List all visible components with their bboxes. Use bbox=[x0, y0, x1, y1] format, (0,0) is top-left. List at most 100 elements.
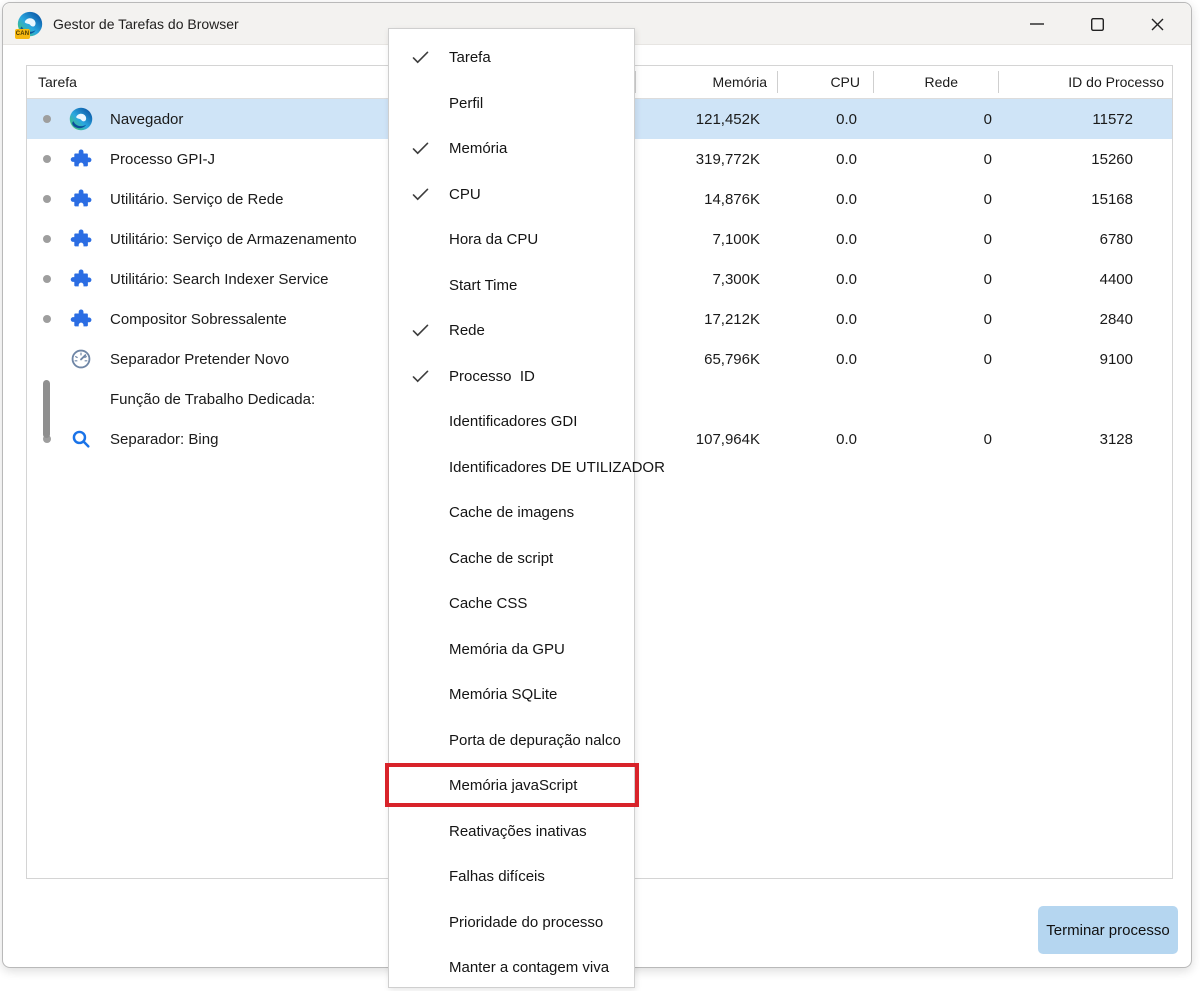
menu-item-label: Perfil bbox=[449, 94, 484, 112]
process-icon bbox=[69, 387, 93, 411]
checkmark-icon bbox=[411, 96, 449, 111]
menu-item-label: Memória bbox=[449, 140, 508, 158]
memory-value: 121,452K bbox=[695, 110, 760, 128]
process-group-bar bbox=[43, 380, 50, 438]
cpu-value bbox=[777, 379, 873, 419]
minimize-icon bbox=[1030, 23, 1044, 25]
process-id-value: 9100 bbox=[1099, 350, 1133, 368]
menu-item-falhas-dificeis[interactable]: Falhas difíceis bbox=[389, 854, 634, 900]
task-name: Separador: Bing bbox=[110, 430, 219, 448]
menu-item-identificadores-gdi[interactable]: Identificadores GDI bbox=[389, 399, 634, 445]
memory-value: 7,100K bbox=[712, 230, 760, 248]
search-icon bbox=[69, 427, 93, 451]
cpu-value: 0.0 bbox=[836, 190, 857, 208]
menu-item-label: Identificadores GDI bbox=[449, 413, 578, 431]
menu-item-processo-id[interactable]: Processo ID bbox=[389, 354, 634, 400]
status-dot bbox=[35, 275, 59, 283]
puzzle-icon bbox=[69, 147, 93, 171]
menu-item-label: Rede bbox=[449, 322, 485, 340]
puzzle-icon bbox=[69, 227, 93, 251]
menu-item-label: Processo ID bbox=[449, 367, 535, 385]
menu-item-prioridade-do-processo[interactable]: Prioridade do processo bbox=[389, 900, 634, 946]
cpu-value: 0.0 bbox=[836, 270, 857, 288]
task-name: Compositor Sobressalente bbox=[110, 310, 287, 328]
menu-item-label: Porta de depuração nalco bbox=[449, 731, 621, 749]
menu-item-cache-de-script[interactable]: Cache de script bbox=[389, 536, 634, 582]
memory-value: 107,964K bbox=[695, 430, 760, 448]
menu-item-label: Memória SQLite bbox=[449, 686, 558, 704]
menu-item-label: CPU bbox=[449, 185, 481, 203]
menu-item-memoria-sqlite[interactable]: Memória SQLite bbox=[389, 672, 634, 718]
edge-icon bbox=[69, 107, 93, 131]
menu-item-label: Cache de script bbox=[449, 549, 554, 567]
network-value: 0 bbox=[983, 150, 992, 168]
checkmark-icon bbox=[411, 687, 449, 702]
menu-item-manter-a-contagem-viva[interactable]: Manter a contagem viva bbox=[389, 945, 634, 991]
memory-value: 319,772K bbox=[695, 150, 760, 168]
task-name: Navegador bbox=[110, 110, 184, 128]
maximize-icon bbox=[1090, 17, 1104, 31]
checkmark-icon bbox=[411, 505, 449, 520]
end-process-button[interactable]: Terminar processo bbox=[1038, 906, 1178, 954]
puzzle-icon bbox=[69, 267, 93, 291]
canary-badge: CAN bbox=[15, 28, 30, 39]
menu-item-label: Identificadores DE UTILIZADOR bbox=[449, 458, 665, 476]
menu-item-hora-da-cpu[interactable]: Hora da CPU bbox=[389, 217, 634, 263]
menu-item-reativacoes-inativas[interactable]: Reativações inativas bbox=[389, 809, 634, 855]
menu-item-memoria-javascript[interactable]: Memória javaScript bbox=[385, 763, 639, 809]
checkmark-icon bbox=[411, 141, 449, 156]
column-header-id-do-processo[interactable]: ID do Processo bbox=[998, 66, 1172, 98]
task-name: Utilitário: Search Indexer Service bbox=[110, 270, 329, 288]
menu-item-memoria[interactable]: Memória bbox=[389, 126, 634, 172]
checkmark-icon bbox=[411, 869, 449, 884]
network-value: 0 bbox=[983, 190, 992, 208]
checkmark-icon bbox=[411, 369, 449, 384]
menu-item-start-time[interactable]: Start Time bbox=[389, 263, 634, 309]
task-name: Processo GPI-J bbox=[110, 150, 216, 168]
cpu-value: 0.0 bbox=[836, 110, 857, 128]
column-header-rede[interactable]: Rede bbox=[873, 66, 998, 98]
menu-item-label: Memória da GPU bbox=[449, 640, 565, 658]
memory-value: 7,300K bbox=[712, 270, 760, 288]
close-button[interactable] bbox=[1127, 3, 1187, 45]
network-value: 0 bbox=[983, 230, 992, 248]
menu-item-cache-de-imagens[interactable]: Cache de imagens bbox=[389, 490, 634, 536]
maximize-button[interactable] bbox=[1067, 3, 1127, 45]
menu-item-label: Tarefa bbox=[449, 49, 491, 67]
task-name: Utilitário. Serviço de Rede bbox=[110, 190, 284, 208]
menu-item-memoria-da-gpu[interactable]: Memória da GPU bbox=[389, 627, 634, 673]
column-header-memoria[interactable]: Memória bbox=[635, 66, 777, 98]
menu-item-label: Reativações inativas bbox=[449, 822, 587, 840]
close-icon bbox=[1151, 18, 1163, 30]
minimize-button[interactable] bbox=[1007, 3, 1067, 45]
cpu-value: 0.0 bbox=[836, 430, 857, 448]
network-value bbox=[873, 379, 998, 419]
task-name: Separador Pretender Novo bbox=[110, 350, 290, 368]
menu-item-porta-de-depuracao-nalco[interactable]: Porta de depuração nalco bbox=[389, 718, 634, 764]
checkmark-icon bbox=[411, 278, 449, 293]
memory-value: 65,796K bbox=[704, 350, 760, 368]
menu-item-perfil[interactable]: Perfil bbox=[389, 81, 634, 127]
checkmark-icon bbox=[411, 414, 449, 429]
cpu-value: 0.0 bbox=[836, 350, 857, 368]
menu-item-tarefa[interactable]: Tarefa bbox=[389, 35, 634, 81]
checkmark-icon bbox=[411, 960, 449, 975]
process-id-value: 3128 bbox=[1099, 430, 1133, 448]
menu-item-identificadores-de-utilizador[interactable]: Identificadores DE UTILIZADOR bbox=[389, 445, 665, 491]
window-controls bbox=[1007, 3, 1187, 45]
memory-value: 17,212K bbox=[704, 310, 760, 328]
menu-item-label: Memória javaScript bbox=[449, 777, 578, 795]
process-id-value: 15260 bbox=[1091, 150, 1133, 168]
process-id-value: 4400 bbox=[1099, 270, 1133, 288]
column-header-cpu[interactable]: CPU bbox=[777, 66, 873, 98]
menu-item-cache-css[interactable]: Cache CSS bbox=[389, 581, 634, 627]
checkmark-icon bbox=[411, 323, 449, 338]
status-dot bbox=[35, 315, 59, 323]
memory-value bbox=[635, 379, 777, 419]
menu-item-cpu[interactable]: CPU bbox=[389, 172, 634, 218]
network-value: 0 bbox=[983, 270, 992, 288]
checkmark-icon bbox=[411, 778, 449, 793]
menu-item-label: Cache de imagens bbox=[449, 504, 575, 522]
process-id-value: 2840 bbox=[1099, 310, 1133, 328]
menu-item-rede[interactable]: Rede bbox=[389, 308, 634, 354]
